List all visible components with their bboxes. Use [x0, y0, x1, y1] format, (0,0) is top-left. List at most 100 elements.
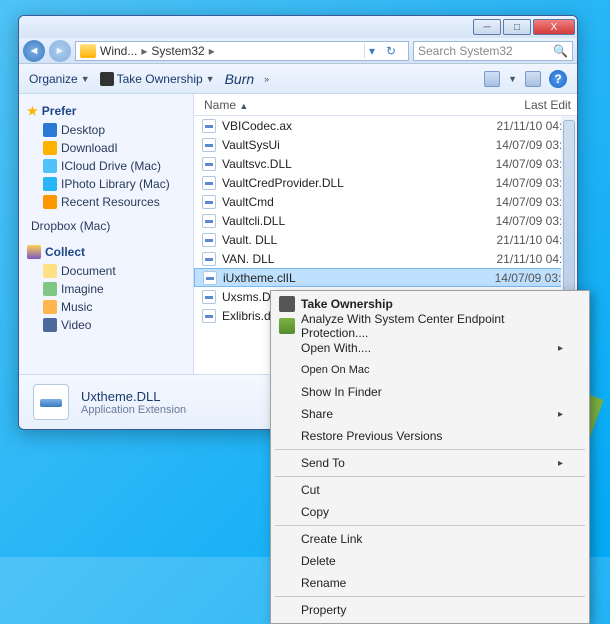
- dropdown-icon[interactable]: ▾: [364, 44, 382, 58]
- ctx-restore[interactable]: Restore Previous Versions: [273, 425, 587, 447]
- sidebar-group-collect[interactable]: Collect: [27, 245, 185, 259]
- minimize-button[interactable]: ─: [473, 19, 501, 35]
- sidebar-item-video[interactable]: Video: [27, 316, 185, 334]
- ctx-property[interactable]: Property: [273, 599, 587, 621]
- file-row[interactable]: VaultCredProvider.DLL14/07/09 03:4: [194, 173, 577, 192]
- search-icon: 🔍: [553, 44, 568, 58]
- file-icon: [202, 195, 216, 209]
- back-button[interactable]: ◄: [23, 40, 45, 62]
- security-icon: [279, 318, 295, 334]
- column-date[interactable]: Last Edit: [457, 94, 577, 115]
- file-date: 14/07/09 03:3: [459, 138, 569, 152]
- refresh-button[interactable]: ↻: [386, 44, 404, 58]
- help-button[interactable]: ?: [549, 70, 567, 88]
- take-ownership-button[interactable]: Take Ownership▼: [100, 72, 215, 86]
- separator: [275, 449, 585, 450]
- maximize-button[interactable]: □: [503, 19, 531, 35]
- preview-pane-button[interactable]: [525, 71, 541, 87]
- library-icon: [27, 245, 41, 259]
- file-row[interactable]: Vaultcli.DLL14/07/09 03:4: [194, 211, 577, 230]
- ctx-share[interactable]: Share▸: [273, 403, 587, 425]
- star-icon: ★: [27, 104, 38, 118]
- file-row[interactable]: VAN. DLL21/11/10 04:2: [194, 249, 577, 268]
- toolbar: Organize▼ Take Ownership▼ Burn » ▼ ?: [19, 64, 577, 94]
- file-icon: [202, 290, 216, 304]
- sidebar-item-iphoto[interactable]: IPhoto Library (Mac): [27, 175, 185, 193]
- file-date: 14/07/09 03:4: [459, 176, 569, 190]
- file-row[interactable]: VaultCmd14/07/09 03:3: [194, 192, 577, 211]
- search-input[interactable]: Search System32 🔍: [413, 41, 573, 61]
- file-date: 14/07/09 03:4: [459, 157, 569, 171]
- sidebar-group-prefer[interactable]: ★Prefer: [27, 104, 185, 118]
- file-icon: [203, 271, 217, 285]
- file-name: VaultCmd: [222, 195, 459, 209]
- file-row[interactable]: VBICodec.ax21/11/10 04:2: [194, 116, 577, 135]
- file-icon: [202, 138, 216, 152]
- column-headers: Name ▲ Last Edit: [194, 94, 577, 116]
- file-name: VBICodec.ax: [222, 119, 459, 133]
- chevron-icon: ▸: [209, 44, 215, 58]
- search-placeholder: Search System32: [418, 44, 513, 58]
- ctx-delete[interactable]: Delete: [273, 550, 587, 572]
- column-name[interactable]: Name ▲: [194, 94, 457, 115]
- file-icon: [202, 233, 216, 247]
- sidebar-item-music[interactable]: Music: [27, 298, 185, 316]
- ctx-send-to[interactable]: Send To▸: [273, 452, 587, 474]
- file-type-icon: [33, 384, 69, 420]
- sidebar-item-download[interactable]: DownloadI: [27, 139, 185, 157]
- more-button[interactable]: »: [264, 74, 269, 84]
- burn-button[interactable]: Burn: [225, 71, 255, 87]
- file-row[interactable]: iUxtheme.clIL14/07/09 03:4: [194, 268, 577, 287]
- chevron-icon: ▸: [141, 44, 147, 58]
- ctx-cut[interactable]: Cut: [273, 479, 587, 501]
- file-row[interactable]: Vault. DLL21/11/10 04:2: [194, 230, 577, 249]
- file-name: Vaultcli.DLL: [222, 214, 459, 228]
- file-date: 21/11/10 04:2: [459, 233, 569, 247]
- ctx-open-mac[interactable]: Open On Mac: [273, 359, 587, 381]
- view-button[interactable]: [484, 71, 500, 87]
- ctx-create-link[interactable]: Create Link: [273, 528, 587, 550]
- file-name: Vault. DLL: [222, 233, 459, 247]
- ctx-analyze[interactable]: Analyze With System Center Endpoint Prot…: [273, 315, 587, 337]
- path-segment[interactable]: Wind...: [100, 44, 137, 58]
- sidebar-item-desktop[interactable]: Desktop: [27, 121, 185, 139]
- sidebar: ★Prefer Desktop DownloadI ICloud Drive (…: [19, 94, 194, 374]
- details-filetype: Application Extension: [81, 404, 186, 416]
- file-icon: [202, 176, 216, 190]
- file-date: 21/11/10 04:2: [459, 119, 569, 133]
- file-row[interactable]: VaultSysUi14/07/09 03:3: [194, 135, 577, 154]
- file-icon: [202, 119, 216, 133]
- sidebar-item-dropbox[interactable]: Dropbox (Mac): [27, 217, 185, 235]
- folder-icon: [80, 44, 96, 58]
- file-name: VaultSysUi: [222, 138, 459, 152]
- organize-button[interactable]: Organize▼: [29, 72, 90, 86]
- file-date: 21/11/10 04:2: [459, 252, 569, 266]
- file-date: 14/07/09 03:3: [459, 195, 569, 209]
- file-name: VaultCredProvider.DLL: [222, 176, 459, 190]
- details-filename: Uxtheme.DLL: [81, 389, 186, 404]
- file-name: Vaultsvc.DLL: [222, 157, 459, 171]
- file-name: iUxtheme.clIL: [223, 271, 458, 285]
- file-date: 14/07/09 03:4: [459, 214, 569, 228]
- forward-button[interactable]: ►: [49, 40, 71, 62]
- sidebar-item-icloud[interactable]: ICloud Drive (Mac): [27, 157, 185, 175]
- file-icon: [202, 252, 216, 266]
- navbar: ◄ ► Wind... ▸ System32 ▸ ▾ ↻ Search Syst…: [19, 38, 577, 64]
- sidebar-item-document[interactable]: Document: [27, 262, 185, 280]
- separator: [275, 596, 585, 597]
- ctx-open-with[interactable]: Open With....▸: [273, 337, 587, 359]
- address-bar[interactable]: Wind... ▸ System32 ▸ ▾ ↻: [75, 41, 409, 61]
- file-icon: [202, 309, 216, 323]
- ctx-show-finder[interactable]: Show In Finder: [273, 381, 587, 403]
- sidebar-item-imagine[interactable]: Imagine: [27, 280, 185, 298]
- path-segment[interactable]: System32: [151, 44, 204, 58]
- ctx-copy[interactable]: Copy: [273, 501, 587, 523]
- sidebar-item-recent[interactable]: Recent Resources: [27, 193, 185, 211]
- ctx-rename[interactable]: Rename: [273, 572, 587, 594]
- file-icon: [202, 214, 216, 228]
- file-icon: [202, 157, 216, 171]
- separator: [275, 525, 585, 526]
- close-button[interactable]: X: [533, 19, 575, 35]
- separator: [275, 476, 585, 477]
- file-row[interactable]: Vaultsvc.DLL14/07/09 03:4: [194, 154, 577, 173]
